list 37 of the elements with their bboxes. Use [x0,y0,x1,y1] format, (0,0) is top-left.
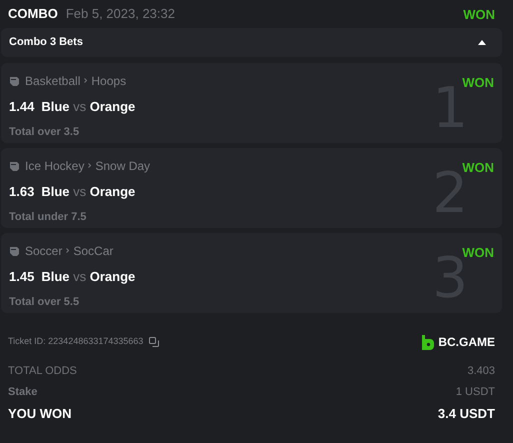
brand-name: BC.GAME [438,334,495,351]
bet-selection: Total over 3.5 [9,125,80,140]
league-name: SocCar [73,242,114,260]
logo-icon [422,334,434,350]
bet-date: Feb 5, 2023, 23:32 [66,4,175,23]
copy-icon[interactable] [149,337,160,347]
total-label: TOTAL ODDS [8,364,77,379]
total-label: YOU WON [8,405,72,423]
total-value: 1 USDT [456,384,495,400]
bet-odds: 1.63 [9,182,34,200]
total-value: 3.4 USDT [438,405,495,423]
league-name: Hoops [91,72,126,90]
total-label: Stake [8,384,38,400]
match-teams: Blue vs Orange [41,268,136,286]
sport-icon [9,244,21,257]
total-value: 3.403 [467,364,495,379]
bet-odds: 1.44 [9,98,34,116]
sport-icon [9,160,21,172]
league-name: Snow Day [95,158,150,175]
chevron-icon [88,163,92,168]
combo-title: Combo 3 Bets [9,35,83,50]
sport-name: Soccer [25,242,62,260]
ticket-id: Ticket ID: 2234248633174335663 [8,335,144,348]
match-teams: Blue vs Orange [41,98,136,116]
bet-selection: Total over 5.5 [9,295,80,310]
chevron-icon [84,78,88,84]
combo-header[interactable]: Combo 3 Bets [1,28,502,57]
caret-icon[interactable] [478,40,486,45]
sport-name: Ice Hockey [25,158,84,175]
bet-status: WON [463,6,495,24]
bet-type: COMBO [8,4,58,23]
sport-icon [9,74,21,87]
bet-selection: Total under 7.5 [9,210,86,225]
chevron-icon [66,248,70,254]
sport-name: Basketball [25,72,80,90]
match-teams: Blue vs Orange [41,182,136,201]
bet-odds: 1.45 [9,268,34,286]
